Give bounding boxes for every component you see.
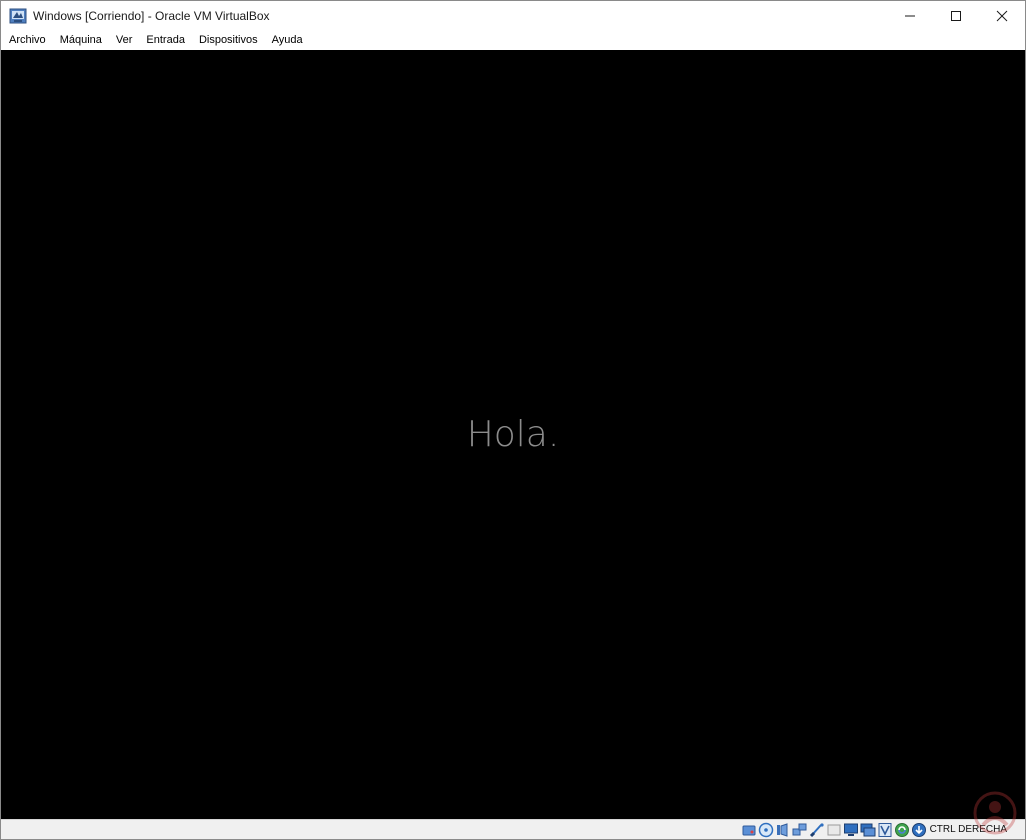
window-controls: [887, 1, 1025, 31]
menu-dispositivos[interactable]: Dispositivos: [192, 31, 265, 50]
title-bar[interactable]: Windows [Corriendo] - Oracle VM VirtualB…: [1, 1, 1025, 31]
menu-entrada[interactable]: Entrada: [139, 31, 192, 50]
network-icon[interactable]: [792, 822, 808, 838]
display-icon[interactable]: [843, 822, 859, 838]
status-indicators: CTRL DERECHA: [741, 820, 1025, 839]
optical-drive-icon[interactable]: [758, 822, 774, 838]
shared-folders-icon[interactable]: [826, 822, 842, 838]
mouse-integration-icon[interactable]: [894, 822, 910, 838]
menu-archivo[interactable]: Archivo: [2, 31, 53, 50]
greeting-text: Hola.: [466, 414, 560, 455]
maximize-button[interactable]: [933, 1, 979, 31]
recording-icon[interactable]: [860, 822, 876, 838]
menu-ayuda[interactable]: Ayuda: [265, 31, 310, 50]
keyboard-capture-icon[interactable]: [911, 822, 927, 838]
virtualbox-vm-icon: [9, 7, 27, 25]
minimize-icon: [905, 15, 915, 17]
host-key-label[interactable]: CTRL DERECHA: [930, 824, 1007, 835]
close-button[interactable]: [979, 1, 1025, 31]
close-icon: [996, 10, 1008, 22]
hard-disk-icon[interactable]: [741, 822, 757, 838]
guest-additions-icon[interactable]: [877, 822, 893, 838]
vm-display[interactable]: Hola.: [1, 50, 1025, 819]
menu-ver[interactable]: Ver: [109, 31, 140, 50]
virtualbox-window: Windows [Corriendo] - Oracle VM VirtualB…: [0, 0, 1026, 840]
maximize-icon: [951, 11, 961, 21]
menu-maquina[interactable]: Máquina: [53, 31, 109, 50]
minimize-button[interactable]: [887, 1, 933, 31]
window-title: Windows [Corriendo] - Oracle VM VirtualB…: [33, 9, 270, 23]
usb-icon[interactable]: [809, 822, 825, 838]
audio-icon[interactable]: [775, 822, 791, 838]
status-bar: CTRL DERECHA: [1, 819, 1025, 839]
menu-bar: Archivo Máquina Ver Entrada Dispositivos…: [1, 31, 1025, 50]
